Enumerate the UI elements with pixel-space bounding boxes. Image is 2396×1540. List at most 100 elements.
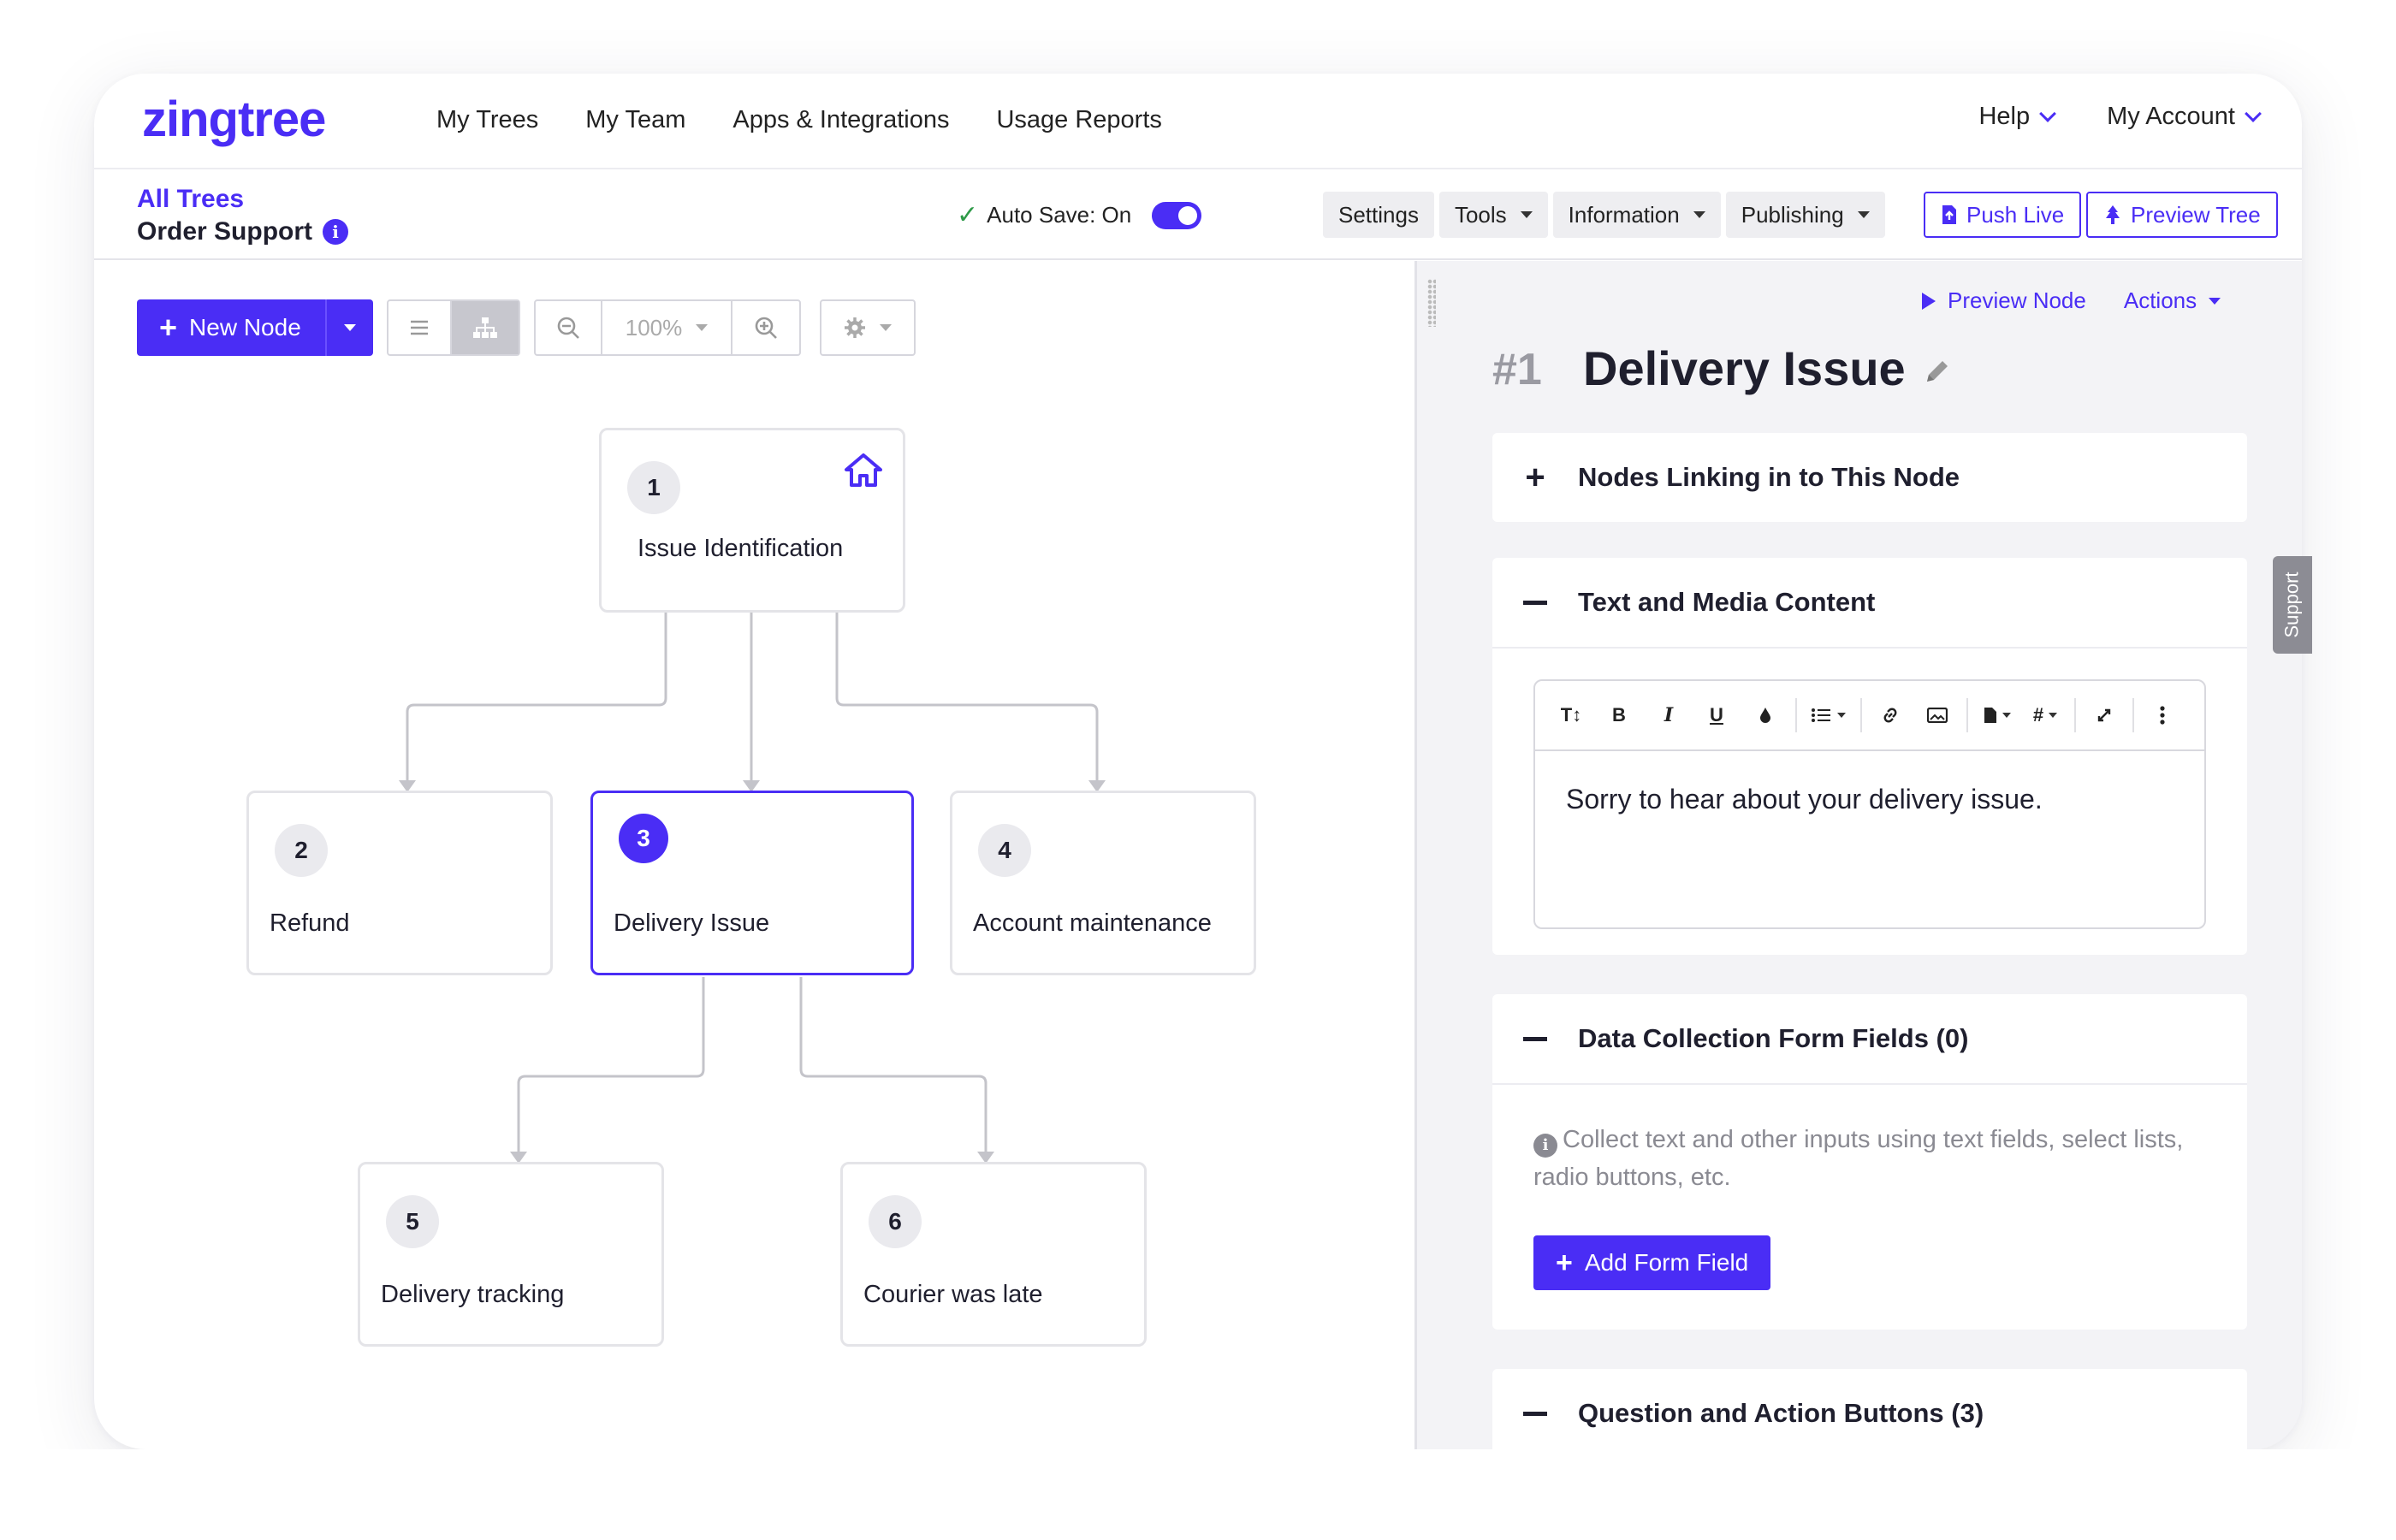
page-bottom [0, 1449, 2396, 1540]
publishing-label: Publishing [1741, 201, 1844, 228]
fullscreen-button[interactable] [2081, 694, 2127, 737]
insert-file-button[interactable] [1973, 694, 2021, 737]
italic-label: I [1664, 704, 1674, 726]
node-number: 4 [978, 824, 1031, 877]
divider [1492, 1083, 2247, 1085]
minus-icon [1492, 1411, 1578, 1416]
rich-text-editor: T↕ B I U # Sorry to hear about your deli… [1533, 679, 2206, 929]
text-size-button[interactable]: T↕ [1549, 694, 1593, 737]
preview-tree-button[interactable]: Preview Tree [2086, 192, 2278, 238]
node-number: 3 [619, 814, 668, 863]
tree-icon [2106, 205, 2120, 224]
bold-button[interactable]: B [1593, 694, 1645, 737]
list-button[interactable] [1802, 694, 1855, 737]
preview-node-button[interactable]: Preview Node [1922, 287, 2086, 314]
plus-icon: + [1556, 1246, 1573, 1279]
publishing-button[interactable]: Publishing [1725, 192, 1885, 238]
account-menu[interactable]: My Account [2107, 103, 2262, 131]
linking-section: + Nodes Linking in to This Node [1492, 433, 2247, 522]
information-button[interactable]: Information [1552, 192, 1721, 238]
content-title: Text and Media Content [1578, 587, 1876, 617]
minus-icon [1492, 600, 1578, 605]
expand-icon [2097, 708, 2111, 722]
add-form-field-button[interactable]: + Add Form Field [1533, 1235, 1771, 1290]
actions-menu[interactable]: Actions [2124, 287, 2221, 314]
node-label: Delivery tracking [381, 1281, 565, 1308]
push-live-label: Push Live [1966, 201, 2065, 228]
file-icon [1984, 708, 1996, 723]
tree-node-6[interactable]: 6 Courier was late [840, 1162, 1147, 1347]
buttons-header[interactable]: Question and Action Buttons (3) [1492, 1369, 2247, 1458]
node-label: Refund [270, 909, 350, 937]
node-label: Account maintenance [973, 909, 1212, 937]
account-label: My Account [2107, 103, 2235, 130]
caret-down-icon [1837, 713, 1846, 718]
minus-icon [1492, 1036, 1578, 1041]
content-section: Text and Media Content T↕ B I U # Sorry … [1492, 558, 2247, 955]
image-button[interactable] [1913, 694, 1961, 737]
form-fields-title: Data Collection Form Fields (0) [1578, 1023, 1969, 1053]
link-button[interactable] [1867, 694, 1913, 737]
home-icon [845, 453, 882, 487]
form-fields-header[interactable]: Data Collection Form Fields (0) [1492, 994, 2247, 1083]
toolbar-separator [2074, 698, 2076, 732]
support-label: Support [2281, 572, 2303, 638]
resize-handle[interactable] [1427, 279, 1436, 327]
node-number: 2 [275, 824, 328, 877]
toolbar-separator [1860, 698, 1862, 732]
italic-button[interactable]: I [1645, 694, 1693, 737]
node-title: Delivery Issue [1583, 341, 1906, 395]
image-icon [1927, 708, 1948, 723]
push-live-button[interactable]: Push Live [1924, 192, 2082, 238]
caret-down-icon [2049, 713, 2058, 718]
help-menu[interactable]: Help [1978, 103, 2056, 131]
more-button[interactable] [2139, 694, 2185, 737]
info-icon: i [1533, 1134, 1557, 1158]
node-label: Courier was late [863, 1281, 1043, 1308]
pencil-icon[interactable] [1922, 358, 1951, 387]
toolbar-separator [2132, 698, 2134, 732]
node-number: 1 [627, 461, 680, 514]
editor-toolbar: T↕ B I U # [1535, 681, 2204, 751]
color-button[interactable] [1741, 694, 1790, 737]
linking-header[interactable]: + Nodes Linking in to This Node [1492, 433, 2247, 522]
tree-node-4[interactable]: 4 Account maintenance [950, 791, 1256, 975]
variable-button[interactable]: # [2021, 694, 2069, 737]
nav-right: Help My Account [1978, 103, 2262, 131]
caret-down-icon [1857, 211, 1870, 218]
tree-connectors [399, 613, 1106, 1164]
actions-label: Actions [2123, 287, 2197, 313]
toolbar-separator [1795, 698, 1797, 732]
toolbar-separator [1966, 698, 1968, 732]
support-tab[interactable]: Support [2273, 556, 2312, 654]
caret-down-icon [1520, 211, 1533, 218]
panel-actions: Preview Node Actions [1922, 287, 2221, 314]
content-header[interactable]: Text and Media Content [1492, 558, 2247, 647]
caret-down-icon [1693, 211, 1705, 218]
preview-node-label: Preview Node [1948, 287, 2086, 313]
preview-tree-label: Preview Tree [2131, 201, 2261, 228]
help-label: Help [1978, 103, 2031, 130]
node-number: 6 [869, 1195, 922, 1248]
tree-node-3[interactable]: 3 Delivery Issue [590, 791, 914, 975]
caret-down-icon [2209, 297, 2221, 305]
underline-label: U [1710, 704, 1723, 726]
tools-button[interactable]: Tools [1438, 192, 1548, 238]
node-number: 5 [386, 1195, 439, 1248]
droplet-icon [1760, 708, 1770, 723]
caret-down-icon [2002, 713, 2011, 718]
node-id: #1 [1492, 345, 1542, 394]
form-fields-section: Data Collection Form Fields (0) i Collect… [1492, 994, 2247, 1330]
chevron-down-icon [2039, 104, 2056, 122]
editor-content[interactable]: Sorry to hear about your delivery issue. [1535, 751, 2204, 848]
node-label: Issue Identification [638, 535, 844, 562]
underline-button[interactable]: U [1693, 694, 1741, 737]
plus-icon: + [1525, 458, 1545, 496]
tree-node-2[interactable]: 2 Refund [246, 791, 553, 975]
tree-node-1[interactable]: 1 Issue Identification [599, 428, 905, 613]
more-vertical-icon [2160, 706, 2165, 725]
tree-node-5[interactable]: 5 Delivery tracking [358, 1162, 664, 1347]
buttons-section: Question and Action Buttons (3) [1492, 1369, 2247, 1449]
chevron-down-icon [2245, 104, 2262, 122]
add-form-field-label: Add Form Field [1584, 1249, 1749, 1276]
